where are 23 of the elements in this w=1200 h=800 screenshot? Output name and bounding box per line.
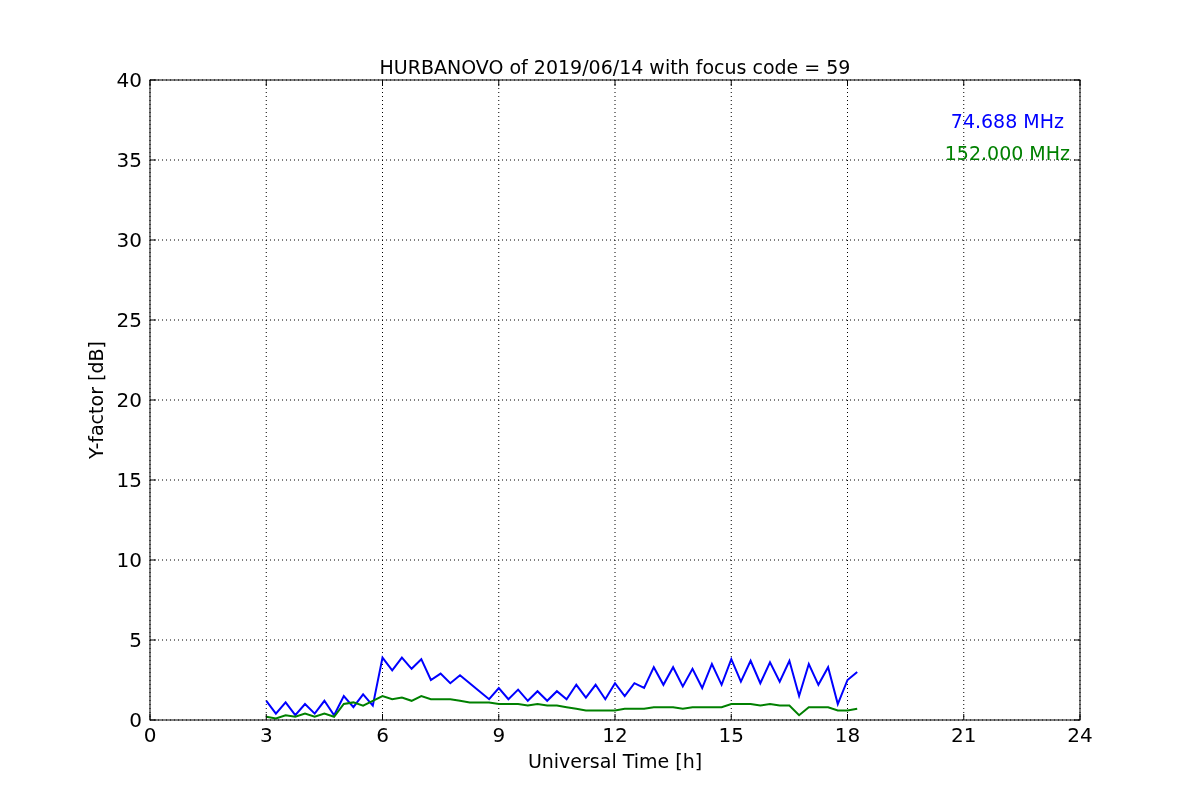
tick-label: 18 <box>834 723 861 747</box>
tick-label: 3 <box>259 723 273 747</box>
tick-label: 20 <box>116 388 142 412</box>
tick-label: 25 <box>116 308 142 332</box>
tick-label: 21 <box>951 723 977 747</box>
tick-label: 35 <box>116 148 142 172</box>
tick-label: 30 <box>116 228 142 252</box>
tick-label: 5 <box>129 628 142 652</box>
tick-label: 40 <box>116 68 142 92</box>
legend-label: 74.688 MHz <box>950 110 1064 132</box>
tick-label: 6 <box>376 723 389 747</box>
tick-label: 10 <box>116 548 142 572</box>
x-axis-title: Universal Time [h] <box>527 750 703 772</box>
tick-label: 15 <box>116 468 142 492</box>
tick-label: 12 <box>602 723 628 747</box>
tick-label: 0 <box>129 708 142 732</box>
y-axis-title: Y-factor [dB] <box>85 341 107 459</box>
tick-label: 0 <box>143 723 157 747</box>
tick-label: 15 <box>718 723 744 747</box>
tick-label: 24 <box>1067 723 1093 747</box>
tick-label: 9 <box>492 723 506 747</box>
legend-label: 152.000 MHz <box>944 142 1070 164</box>
chart-title: HURBANOVO of 2019/06/14 with focus code = 59 <box>379 56 851 78</box>
